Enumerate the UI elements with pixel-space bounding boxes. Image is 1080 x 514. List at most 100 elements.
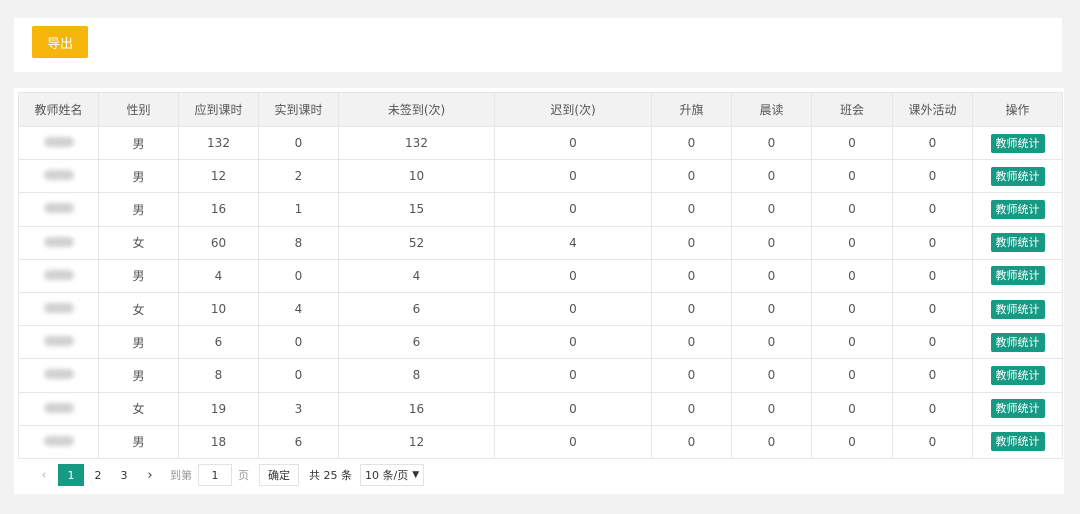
column-header-extracurricular[interactable]: 课外活动 — [892, 92, 973, 127]
column-header-gender[interactable]: 性别 — [98, 92, 179, 127]
column-header-class-meeting[interactable]: 班会 — [811, 92, 893, 127]
teacher-stats-button[interactable]: 教师统计 — [990, 266, 1045, 286]
column-header-flag-raising[interactable]: 升旗 — [651, 92, 732, 127]
table-row: 男 6 0 6 0 0 0 0 0 教师统计 — [18, 325, 1063, 360]
page-1-button[interactable]: 1 — [58, 464, 84, 486]
blurred-name — [43, 402, 74, 413]
extracurricular-cell: 0 — [892, 424, 973, 459]
column-header-actual-hours[interactable]: 实到课时 — [258, 92, 339, 127]
expected-hours-cell: 132 — [178, 125, 259, 161]
pagination: ‹ 1 2 3 › 到第 页 确定 共 25 条 10 条/页 ▼ — [32, 463, 425, 487]
flag-raising-cell: 0 — [651, 225, 732, 260]
class-meeting-cell: 0 — [811, 391, 893, 426]
extracurricular-cell: 0 — [892, 391, 973, 426]
teacher-stats-button[interactable]: 教师统计 — [990, 365, 1045, 385]
class-meeting-cell: 0 — [811, 125, 893, 161]
gender-cell: 男 — [98, 325, 179, 360]
class-meeting-cell: 0 — [811, 258, 893, 293]
expected-hours-cell: 16 — [178, 192, 259, 227]
gender-cell: 女 — [98, 225, 179, 260]
class-meeting-cell: 0 — [811, 424, 893, 459]
late-cell: 0 — [494, 358, 652, 393]
teacher-name-cell — [18, 424, 99, 459]
teacher-stats-button[interactable]: 教师统计 — [990, 432, 1045, 452]
class-meeting-cell: 0 — [811, 325, 893, 360]
column-header-late[interactable]: 迟到(次) — [494, 92, 652, 127]
morning-reading-cell: 0 — [731, 291, 812, 327]
actions-cell: 教师统计 — [972, 391, 1063, 426]
column-header-expected-hours[interactable]: 应到课时 — [178, 92, 259, 127]
morning-reading-cell: 0 — [731, 225, 812, 260]
teacher-stats-button[interactable]: 教师统计 — [990, 233, 1045, 253]
flag-raising-cell: 0 — [651, 391, 732, 426]
late-cell: 0 — [494, 125, 652, 161]
column-header-actions: 操作 — [972, 92, 1063, 127]
extracurricular-cell: 0 — [892, 192, 973, 227]
gender-cell: 女 — [98, 391, 179, 426]
actions-cell: 教师统计 — [972, 225, 1063, 260]
page-size-value: 10 条/页 — [365, 469, 409, 482]
class-meeting-cell: 0 — [811, 358, 893, 393]
teacher-name-cell — [18, 358, 99, 393]
table-row: 男 16 1 15 0 0 0 0 0 教师统计 — [18, 192, 1063, 227]
teacher-stats-button[interactable]: 教师统计 — [990, 166, 1045, 186]
expected-hours-cell: 19 — [178, 391, 259, 426]
flag-raising-cell: 0 — [651, 325, 732, 360]
teacher-name-cell — [18, 225, 99, 260]
blurred-name — [43, 269, 74, 280]
goto-confirm-button[interactable]: 确定 — [259, 464, 299, 486]
column-header-unsigned[interactable]: 未签到(次) — [338, 92, 495, 127]
actions-cell: 教师统计 — [972, 424, 1063, 459]
page-size-select[interactable]: 10 条/页 ▼ — [360, 464, 425, 486]
extracurricular-cell: 0 — [892, 125, 973, 161]
teacher-stats-button[interactable]: 教师统计 — [990, 299, 1045, 319]
actions-cell: 教师统计 — [972, 291, 1063, 327]
table-row: 男 132 0 132 0 0 0 0 0 教师统计 — [18, 125, 1063, 161]
morning-reading-cell: 0 — [731, 159, 812, 194]
flag-raising-cell: 0 — [651, 258, 732, 293]
column-header-teacher-name[interactable]: 教师姓名 — [18, 92, 99, 127]
total-count: 共 25 条 — [309, 469, 352, 482]
gender-cell: 女 — [98, 291, 179, 327]
goto-suffix-label: 页 — [238, 469, 249, 482]
blurred-name — [43, 137, 74, 148]
unsigned-cell: 6 — [338, 291, 495, 327]
actions-cell: 教师统计 — [972, 159, 1063, 194]
extracurricular-cell: 0 — [892, 358, 973, 393]
blurred-name — [43, 170, 74, 181]
teacher-attendance-table-card: 教师姓名 性别 应到课时 实到课时 未签到(次) 迟到(次) 升旗 晨读 班会 … — [14, 88, 1064, 494]
export-button[interactable]: 导出 — [32, 26, 88, 58]
column-header-morning-reading[interactable]: 晨读 — [731, 92, 812, 127]
unsigned-cell: 52 — [338, 225, 495, 260]
teacher-stats-button[interactable]: 教师统计 — [990, 133, 1045, 153]
morning-reading-cell: 0 — [731, 192, 812, 227]
table-row: 女 60 8 52 4 0 0 0 0 教师统计 — [18, 225, 1063, 260]
late-cell: 0 — [494, 325, 652, 360]
class-meeting-cell: 0 — [811, 159, 893, 194]
teacher-stats-button[interactable]: 教师统计 — [990, 332, 1045, 352]
page-3-button[interactable]: 3 — [112, 464, 136, 486]
morning-reading-cell: 0 — [731, 325, 812, 360]
expected-hours-cell: 10 — [178, 291, 259, 327]
actual-hours-cell: 4 — [258, 291, 339, 327]
table-row: 男 8 0 8 0 0 0 0 0 教师统计 — [18, 358, 1063, 393]
goto-page-input[interactable] — [198, 464, 232, 486]
class-meeting-cell: 0 — [811, 192, 893, 227]
table-row: 男 12 2 10 0 0 0 0 0 教师统计 — [18, 159, 1063, 194]
late-cell: 0 — [494, 159, 652, 194]
actions-cell: 教师统计 — [972, 192, 1063, 227]
actual-hours-cell: 6 — [258, 424, 339, 459]
chevron-right-icon[interactable]: › — [138, 464, 162, 486]
unsigned-cell: 10 — [338, 159, 495, 194]
teacher-stats-button[interactable]: 教师统计 — [990, 399, 1045, 419]
teacher-name-cell — [18, 325, 99, 360]
teacher-stats-button[interactable]: 教师统计 — [990, 199, 1045, 219]
teacher-name-cell — [18, 159, 99, 194]
chevron-left-icon[interactable]: ‹ — [32, 464, 56, 486]
blurred-name — [43, 369, 74, 380]
unsigned-cell: 8 — [338, 358, 495, 393]
flag-raising-cell: 0 — [651, 192, 732, 227]
actual-hours-cell: 0 — [258, 125, 339, 161]
page-2-button[interactable]: 2 — [86, 464, 110, 486]
actions-cell: 教师统计 — [972, 125, 1063, 161]
